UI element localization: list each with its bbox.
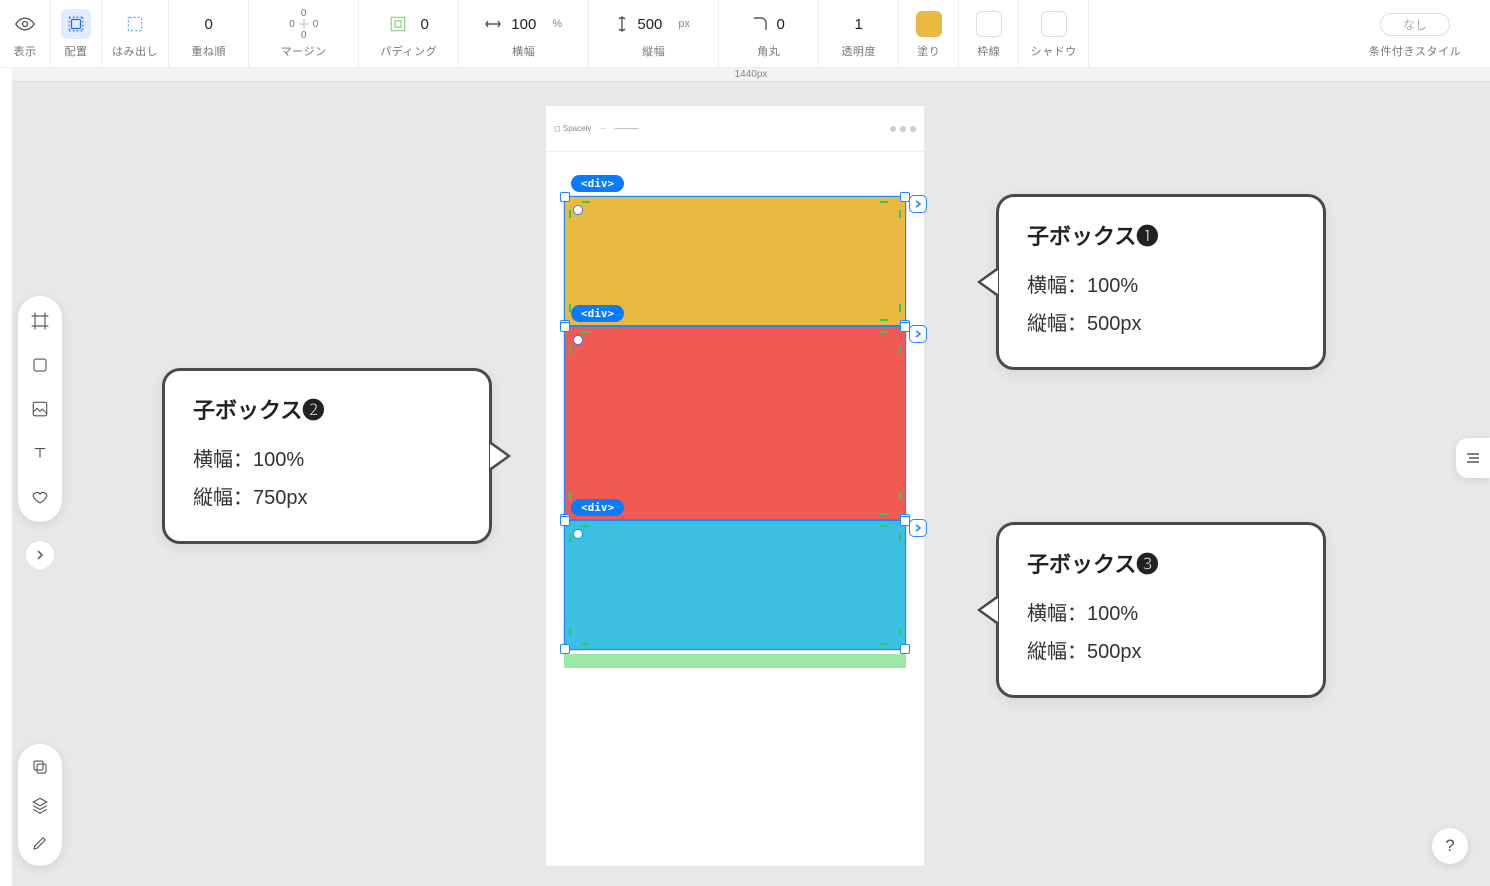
ruler: 1440px bbox=[12, 68, 1490, 82]
tool-fill: 塗り bbox=[899, 0, 959, 68]
callout-line: 縦幅：750px bbox=[193, 479, 461, 517]
tool-align: 配置 bbox=[51, 0, 102, 68]
varrow-icon bbox=[617, 16, 627, 32]
resize-handle[interactable] bbox=[560, 322, 570, 332]
tool-align-label: 配置 bbox=[64, 43, 87, 59]
frame-tool-icon[interactable] bbox=[29, 310, 51, 332]
child-box-2[interactable]: <div> bbox=[564, 326, 906, 520]
tool-overflow-label: はみ出し bbox=[112, 43, 158, 59]
tool-fill-label: 塗り bbox=[917, 43, 940, 59]
resize-handle[interactable] bbox=[560, 644, 570, 654]
eye-icon[interactable] bbox=[10, 9, 40, 39]
tool-opacity-label: 透明度 bbox=[841, 43, 876, 59]
height-value[interactable]: 500 bbox=[637, 16, 662, 33]
child-stack: <div> <div> bbox=[546, 196, 924, 650]
tool-conditional: なし 条件付きスタイル bbox=[1340, 0, 1490, 68]
callout-title: 子ボックス❶ bbox=[1027, 219, 1295, 251]
anchor-dot[interactable] bbox=[573, 205, 583, 215]
width-value[interactable]: 100 bbox=[511, 16, 536, 33]
border-swatch[interactable] bbox=[976, 11, 1002, 37]
callout-line: 横幅：100% bbox=[1027, 595, 1295, 633]
tool-padding: 0 パディング bbox=[359, 0, 459, 68]
tool-conditional-label: 条件付きスタイル bbox=[1369, 43, 1461, 59]
callout-line: 縦幅：500px bbox=[1027, 633, 1295, 671]
tool-border-label: 枠線 bbox=[977, 43, 1000, 59]
top-toolbar: 表示 配置 はみ出し 0 重ね順 0 0 0 0 bbox=[0, 0, 1490, 68]
height-unit[interactable]: px bbox=[678, 18, 690, 30]
help-glyph: ? bbox=[1445, 836, 1454, 856]
rect-tool-icon[interactable] bbox=[29, 354, 51, 376]
image-tool-icon[interactable] bbox=[29, 398, 51, 420]
callout-title: 子ボックス❸ bbox=[1027, 547, 1295, 579]
opacity-value[interactable]: 1 bbox=[855, 16, 863, 33]
tag-div-3: <div> bbox=[571, 499, 624, 516]
tool-radius-label: 角丸 bbox=[757, 43, 780, 59]
artboard-topbar: ◻ Spacely ·· ——— bbox=[546, 106, 924, 152]
tag-div-2: <div> bbox=[571, 305, 624, 322]
canvas[interactable]: app=2 ◻ Spacely ·· ——— <div> bbox=[12, 82, 1490, 886]
tool-shadow: シャドウ bbox=[1019, 0, 1089, 68]
tool-opacity: 1 透明度 bbox=[819, 0, 899, 68]
go-inside-icon[interactable] bbox=[909, 195, 927, 213]
radius-value[interactable]: 0 bbox=[777, 16, 785, 33]
tool-width-label: 横幅 bbox=[512, 43, 535, 59]
callout-line: 横幅：100% bbox=[1027, 267, 1295, 305]
ruler-center: 1440px bbox=[735, 69, 768, 80]
layers-icon[interactable] bbox=[31, 796, 49, 814]
resize-handle[interactable] bbox=[900, 644, 910, 654]
tool-shadow-label: シャドウ bbox=[1031, 43, 1077, 59]
align-icon[interactable] bbox=[61, 9, 91, 39]
bottom-toolbar bbox=[18, 744, 62, 866]
padding-value[interactable]: 0 bbox=[421, 16, 429, 33]
copy-icon[interactable] bbox=[31, 758, 49, 776]
heart-tool-icon[interactable] bbox=[29, 486, 51, 508]
tool-zindex-label: 重ね順 bbox=[191, 43, 226, 59]
callout-box-1: 子ボックス❶ 横幅：100% 縦幅：500px bbox=[996, 194, 1326, 370]
artboard[interactable]: ◻ Spacely ·· ——— <div> <div> bbox=[546, 106, 924, 866]
width-unit[interactable]: % bbox=[552, 18, 562, 30]
margin-cross[interactable]: 0 0 0 0 bbox=[289, 8, 318, 41]
child-box-3[interactable]: <div> bbox=[564, 520, 906, 650]
tool-display-label: 表示 bbox=[13, 43, 36, 59]
tool-border: 枠線 bbox=[959, 0, 1019, 68]
callout-line: 縦幅：500px bbox=[1027, 305, 1295, 343]
tool-radius: 0 角丸 bbox=[719, 0, 819, 68]
text-tool-icon[interactable] bbox=[29, 442, 51, 464]
anchor-dot[interactable] bbox=[573, 529, 583, 539]
stage: 1440px app=2 ◻ Spacely ·· ——— <div> bbox=[12, 68, 1490, 886]
callout-box-3: 子ボックス❸ 横幅：100% 縦幅：500px bbox=[996, 522, 1326, 698]
resize-handle[interactable] bbox=[560, 516, 570, 526]
go-inside-icon[interactable] bbox=[909, 325, 927, 343]
conditional-pill[interactable]: なし bbox=[1380, 13, 1450, 36]
tool-overflow: はみ出し bbox=[102, 0, 169, 68]
zindex-value[interactable]: 0 bbox=[205, 16, 213, 33]
fill-swatch[interactable] bbox=[916, 11, 942, 37]
padding-icon[interactable] bbox=[389, 15, 407, 33]
tool-width: 100 % 横幅 bbox=[459, 0, 589, 68]
tool-zindex: 0 重ね順 bbox=[169, 0, 249, 68]
callout-line: 横幅：100% bbox=[193, 441, 461, 479]
callout-box-2: 子ボックス❷ 横幅：100% 縦幅：750px bbox=[162, 368, 492, 544]
tool-margin-label: マージン bbox=[281, 43, 327, 59]
help-button[interactable]: ? bbox=[1432, 828, 1468, 864]
edit-icon[interactable] bbox=[31, 834, 49, 852]
radius-icon bbox=[753, 17, 767, 31]
harrow-icon bbox=[485, 19, 501, 29]
resize-handle[interactable] bbox=[560, 192, 570, 202]
tool-height-label: 縦幅 bbox=[642, 43, 665, 59]
anchor-dot[interactable] bbox=[573, 335, 583, 345]
tool-height: 500 px 縦幅 bbox=[589, 0, 719, 68]
right-panel-toggle[interactable] bbox=[1456, 438, 1490, 478]
overflow-icon[interactable] bbox=[120, 9, 150, 39]
tool-margin: 0 0 0 0 マージン bbox=[249, 0, 359, 68]
tool-display: 表示 bbox=[0, 0, 51, 68]
tag-div-1: <div> bbox=[571, 175, 624, 192]
go-inside-icon[interactable] bbox=[909, 519, 927, 537]
shadow-swatch[interactable] bbox=[1041, 11, 1067, 37]
callout-title: 子ボックス❷ bbox=[193, 393, 461, 425]
drop-indicator bbox=[564, 654, 906, 668]
left-toolbar bbox=[18, 296, 62, 522]
tool-padding-label: パディング bbox=[380, 43, 437, 59]
expand-toolbar-icon[interactable] bbox=[25, 540, 55, 570]
